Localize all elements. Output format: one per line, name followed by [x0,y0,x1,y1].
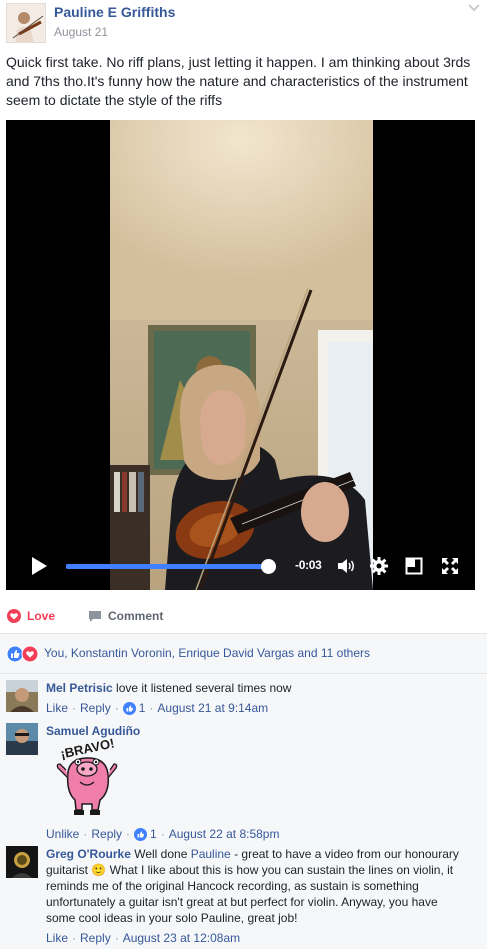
play-icon[interactable] [30,556,48,576]
mention-link[interactable]: Pauline [191,847,231,861]
comment-text: love it listened several times now [116,681,292,695]
progress-handle[interactable] [260,559,276,574]
comment-meta: Unlike · Reply · 1 · August 22 at 8:58pm [46,826,280,842]
post-header: Pauline E Griffiths August 21 [0,0,487,44]
comment-button[interactable]: Comment [88,609,163,623]
comment-label: Comment [108,609,164,623]
like-count[interactable]: 1 [150,826,157,842]
minimize-icon[interactable] [405,557,423,575]
reply-link[interactable]: Reply [80,930,111,946]
video-player[interactable]: -0:03 [6,120,475,590]
reaction-icons [6,645,39,663]
comment-author[interactable]: Samuel Agudiño [46,724,140,738]
post-date[interactable]: August 21 [54,25,108,39]
like-link[interactable]: Like [46,700,68,716]
reply-link[interactable]: Reply [80,700,111,716]
author-name[interactable]: Pauline E Griffiths [54,4,175,20]
video-frame [110,120,373,590]
post-text: Quick first take. No riff plans, just le… [6,54,471,108]
comment-body: Samuel Agudiño [46,723,462,739]
like-link[interactable]: Like [46,930,68,946]
comment-text-start: Well done [134,847,191,861]
reaction-names[interactable]: You, Konstantin Voronin, Enrique David V… [44,646,370,660]
reply-link[interactable]: Reply [91,826,122,842]
progress-bar[interactable] [66,559,276,574]
love-label: Love [27,609,56,623]
chevron-down-icon[interactable] [467,2,481,14]
unlike-link[interactable]: Unlike [46,826,79,842]
like-count-icon [134,827,148,841]
time-remaining: -0:03 [295,558,322,572]
comment-icon [89,610,101,622]
love-icon [7,609,21,623]
comment-body: Greg O'Rourke Well done Pauline - great … [46,846,462,946]
comment-meta: Like · Reply · 1 · August 21 at 9:14am [46,700,269,716]
comment-time[interactable]: August 21 at 9:14am [157,700,268,716]
commenter-avatar[interactable] [6,723,38,755]
comment-author[interactable]: Mel Petrisic [46,681,113,695]
bravo-sticker: ¡BRAVO! [56,738,118,815]
comment-body: Mel Petrisic love it listened several ti… [46,680,462,716]
reactions-bar[interactable]: You, Konstantin Voronin, Enrique David V… [0,634,487,674]
comment-meta: Like · Reply · August 23 at 12:08am [46,930,241,946]
comment-author[interactable]: Greg O'Rourke [46,847,131,861]
post-actions: Love Comment [0,600,487,634]
commenter-avatar[interactable] [6,680,38,712]
volume-icon[interactable] [336,556,356,576]
comment-time[interactable]: August 22 at 8:58pm [169,826,280,842]
video-controls: -0:03 [6,542,475,590]
gear-icon[interactable] [369,556,389,576]
love-button[interactable]: Love [7,609,55,623]
fullscreen-icon[interactable] [441,557,459,575]
like-count-icon [122,701,136,715]
author-avatar[interactable] [6,3,46,43]
like-count[interactable]: 1 [139,700,146,716]
comment-time[interactable]: August 23 at 12:08am [123,930,240,946]
progress-fill [66,564,268,569]
commenter-avatar[interactable] [6,846,38,878]
